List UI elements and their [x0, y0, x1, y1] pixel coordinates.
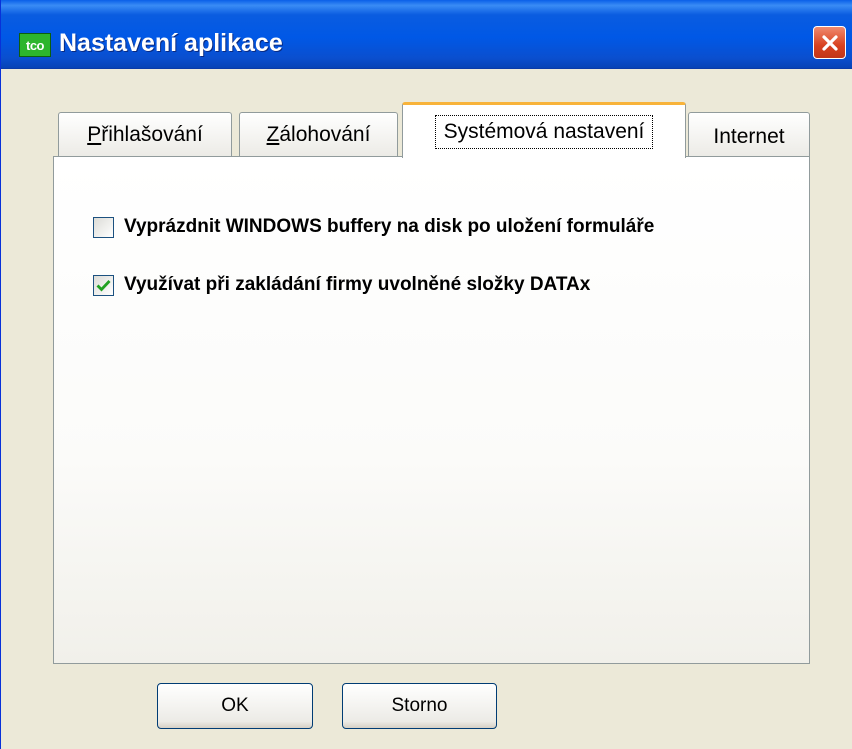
flush-buffers-option[interactable]: Vyprázdnit WINDOWS buffery na disk po ul… — [93, 216, 654, 238]
tab-prihlasovani[interactable]: Přihlašování — [58, 112, 232, 156]
close-icon — [821, 34, 838, 51]
dialog-window: tco Nastavení aplikace Přihlašování Zálo… — [0, 0, 852, 749]
cancel-button[interactable]: Storno — [342, 683, 497, 729]
app-logo-icon: tco — [19, 33, 51, 57]
tab-label-zalohovani: Zálohování — [266, 122, 371, 146]
reuse-folders-label: Využívat při zakládání firmy uvolněné sl… — [124, 274, 591, 295]
tab-internet[interactable]: Internet — [688, 112, 810, 156]
reuse-folders-checkbox[interactable] — [93, 274, 114, 296]
app-logo-text: tco — [26, 37, 45, 53]
tab-label-systemova-nastaveni: Systémová nastavení — [434, 114, 654, 149]
close-button[interactable] — [813, 26, 846, 59]
tab-label-prihlasovani: Přihlašování — [87, 122, 203, 146]
flush-buffers-checkbox[interactable] — [93, 216, 114, 238]
reuse-folders-option[interactable]: Využívat při zakládání firmy uvolněné sl… — [93, 274, 590, 296]
ok-button[interactable]: OK — [157, 683, 313, 729]
tab-label-internet: Internet — [713, 124, 785, 148]
flush-buffers-label: Vyprázdnit WINDOWS buffery na disk po ul… — [124, 216, 655, 237]
window-title: Nastavení aplikace — [59, 29, 283, 57]
title-bar[interactable]: tco Nastavení aplikace — [1, 0, 852, 69]
tab-zalohovani[interactable]: Zálohování — [239, 112, 398, 156]
checkmark-icon — [96, 279, 111, 292]
tab-systemova-nastaveni[interactable]: Systémová nastavení — [402, 102, 686, 158]
